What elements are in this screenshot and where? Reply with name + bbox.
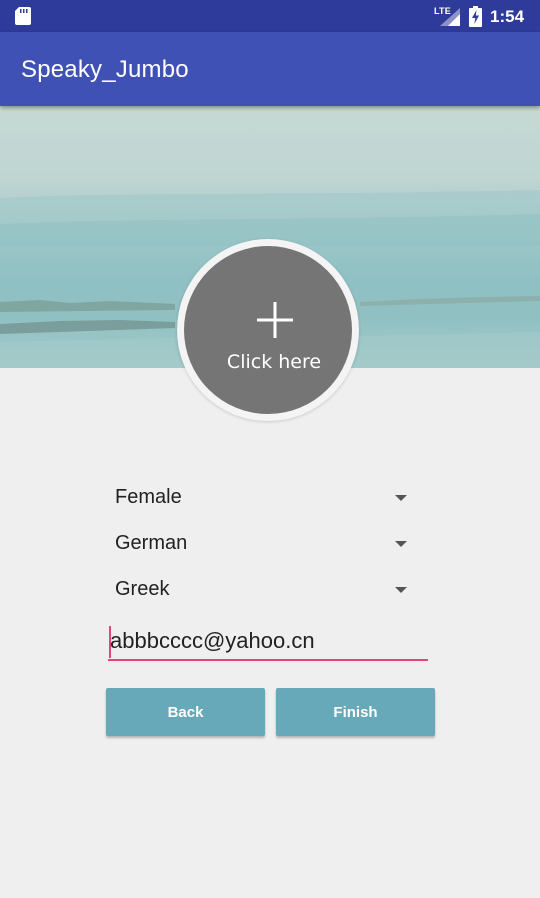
native-language-value: German	[115, 532, 188, 554]
gender-spinner[interactable]: Female	[105, 476, 415, 520]
learning-language-spinner[interactable]: Greek	[105, 568, 415, 612]
add-photo-button[interactable]: Click here	[184, 246, 352, 414]
status-bar: LTE 1:54	[0, 0, 540, 32]
dropdown-arrow-icon	[395, 495, 407, 501]
native-language-spinner[interactable]: German	[105, 522, 415, 566]
avatar-frame: Click here	[177, 239, 359, 421]
signal-icon	[440, 8, 460, 26]
text-cursor	[109, 626, 111, 658]
plus-icon	[257, 302, 293, 338]
learning-language-value: Greek	[115, 578, 170, 600]
status-clock: 1:54	[490, 7, 525, 26]
battery-charging-icon	[469, 6, 482, 27]
finish-button[interactable]: Finish	[276, 688, 435, 736]
app-bar: Speaky_Jumbo	[0, 32, 540, 106]
email-field[interactable]	[108, 623, 428, 661]
back-button[interactable]: Back	[106, 688, 265, 736]
gender-value: Female	[115, 486, 182, 508]
app-title: Speaky_Jumbo	[21, 56, 189, 83]
dropdown-arrow-icon	[395, 587, 407, 593]
sd-card-icon	[15, 7, 31, 25]
add-photo-label: Click here	[226, 351, 322, 373]
dropdown-arrow-icon	[395, 541, 407, 547]
